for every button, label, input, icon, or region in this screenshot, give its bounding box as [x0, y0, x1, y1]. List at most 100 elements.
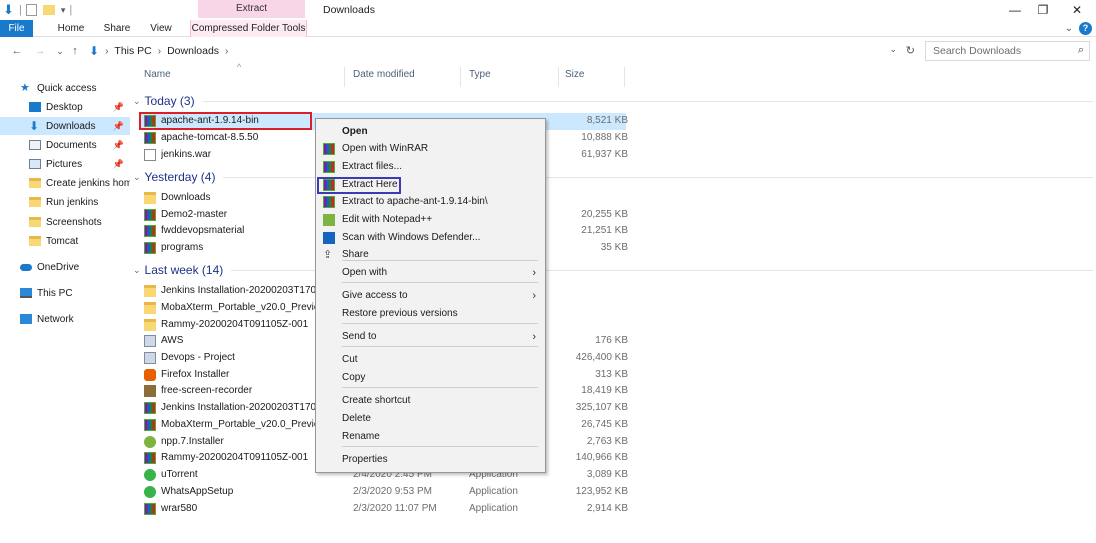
- nav-network[interactable]: Network: [0, 310, 130, 328]
- pictures-icon: [29, 159, 41, 169]
- tab-share[interactable]: Share: [99, 20, 135, 37]
- nav-onedrive[interactable]: OneDrive: [0, 258, 130, 276]
- file-name: Demo2-master: [161, 209, 228, 220]
- group-label: Yesterday (4): [144, 170, 216, 184]
- qat-dropdown-icon[interactable]: ▾: [61, 5, 66, 16]
- column-divider[interactable]: [558, 67, 559, 87]
- rar-file-icon: [144, 209, 156, 221]
- menu-item-open-with[interactable]: Open with ›: [316, 264, 545, 282]
- close-button[interactable]: ✕: [1060, 0, 1094, 20]
- menu-item-extract-to-apache-ant-1-9-14-bin[interactable]: Extract to apache-ant-1.9.14-bin\: [316, 193, 545, 211]
- quick-access-toolbar: ⬇ | ▾ |: [3, 2, 72, 18]
- exe-file-icon: [144, 352, 156, 364]
- menu-item-delete[interactable]: Delete: [316, 410, 545, 428]
- file-size: 140,966 KB: [575, 452, 628, 463]
- file-name: WhatsAppSetup: [161, 486, 234, 497]
- nav-label: Documents: [46, 139, 97, 151]
- menu-item-copy[interactable]: Copy: [316, 369, 545, 387]
- menu-item-send-to[interactable]: Send to ›: [316, 328, 545, 346]
- tab-file[interactable]: File: [0, 20, 33, 37]
- properties-icon[interactable]: [25, 4, 37, 16]
- nav-label: Screenshots: [46, 216, 102, 228]
- tab-view[interactable]: View: [143, 20, 179, 37]
- refresh-icon[interactable]: ↻: [906, 44, 915, 57]
- menu-item-properties[interactable]: Properties: [316, 451, 545, 469]
- nav-run-jenkins[interactable]: Run jenkins: [0, 193, 130, 211]
- file-size: 21,251 KB: [581, 225, 628, 236]
- file-name: Rammy-20200204T091105Z-001: [161, 319, 309, 330]
- search-input[interactable]: Search Downloads: [933, 45, 1021, 57]
- ribbon-expand-icon[interactable]: ⌄: [1062, 20, 1076, 37]
- menu-separator: [342, 260, 538, 261]
- menu-item-create-shortcut[interactable]: Create shortcut: [316, 392, 545, 410]
- nav-quick-access[interactable]: ★ Quick access: [0, 79, 130, 97]
- crumb-this-pc[interactable]: This PC: [114, 45, 151, 57]
- menu-item-label: Create shortcut: [342, 395, 411, 406]
- group-label: Last week (14): [144, 263, 224, 277]
- menu-item-give-access-to[interactable]: Give access to ›: [316, 287, 545, 305]
- file-name: npp.7.Installer: [161, 436, 224, 447]
- winrar-icon: [323, 196, 335, 208]
- nav-label: Downloads: [46, 120, 96, 132]
- window-title: Downloads: [323, 4, 375, 16]
- menu-item-scan-with-windows-defender[interactable]: Scan with Windows Defender...: [316, 229, 545, 247]
- nav-desktop[interactable]: Desktop 📌: [0, 98, 130, 116]
- column-header-date[interactable]: Date modified: [353, 69, 415, 80]
- menu-item-open[interactable]: Open: [316, 123, 545, 141]
- menu-item-edit-with-notepad[interactable]: Edit with Notepad++: [316, 211, 545, 229]
- back-icon[interactable]: ←: [10, 42, 24, 60]
- column-divider[interactable]: [344, 67, 345, 87]
- help-icon[interactable]: ?: [1079, 22, 1092, 35]
- recent-locations-icon[interactable]: ⌄: [53, 42, 67, 60]
- exe-file-icon: [144, 335, 156, 347]
- group-today[interactable]: ⌄ Today (3): [133, 93, 1093, 109]
- network-icon: [20, 314, 32, 324]
- tab-compressed-folder-tools[interactable]: Compressed Folder Tools: [190, 20, 307, 37]
- nav-create-jenkins-home[interactable]: Create jenkins hom: [0, 174, 130, 192]
- tab-home[interactable]: Home: [49, 20, 93, 37]
- group-last-week[interactable]: ⌄ Last week (14): [133, 262, 1093, 278]
- war-file-icon: [144, 149, 156, 161]
- column-divider[interactable]: [624, 67, 625, 87]
- folder-file-icon: [144, 285, 156, 297]
- forward-icon[interactable]: →: [33, 42, 47, 60]
- context-tab-extract[interactable]: Extract: [198, 0, 305, 18]
- group-yesterday[interactable]: ⌄ Yesterday (4): [133, 169, 1093, 185]
- menu-separator: [342, 446, 538, 447]
- rar-file-icon: [144, 225, 156, 237]
- menu-item-cut[interactable]: Cut: [316, 351, 545, 369]
- nav-this-pc[interactable]: This PC: [0, 284, 130, 302]
- pin-icon: 📌: [112, 120, 124, 131]
- address-bar[interactable]: ⬇ › This PC › Downloads › ⌄ ↻: [86, 41, 920, 61]
- up-icon[interactable]: ↑: [68, 42, 82, 60]
- column-header-size[interactable]: Size: [565, 69, 584, 80]
- column-header-name[interactable]: Name: [144, 69, 171, 80]
- search-box[interactable]: Search Downloads ⌕: [925, 41, 1090, 61]
- nav-tomcat[interactable]: Tomcat: [0, 232, 130, 250]
- column-divider[interactable]: [460, 67, 461, 87]
- menu-item-extract-files[interactable]: Extract files...: [316, 158, 545, 176]
- new-folder-icon[interactable]: [42, 5, 55, 15]
- address-dropdown-icon[interactable]: ⌄: [889, 44, 897, 55]
- rar-file-icon: [144, 419, 156, 431]
- download-arrow-icon[interactable]: ⬇: [3, 3, 15, 17]
- nav-screenshots[interactable]: Screenshots: [0, 213, 130, 231]
- restore-button[interactable]: ❐: [1026, 0, 1060, 20]
- folder-icon: [29, 178, 41, 188]
- nav-downloads[interactable]: ⬇ Downloads 📌: [0, 117, 130, 135]
- nav-label: Pictures: [46, 158, 83, 170]
- nav-documents[interactable]: Documents 📌: [0, 136, 130, 154]
- file-row[interactable]: wrar580 2/3/2020 11:07 PM Application 2,914…: [141, 501, 628, 518]
- nav-pictures[interactable]: Pictures 📌: [0, 155, 130, 173]
- menu-item-share[interactable]: ⇪ Share: [316, 246, 545, 264]
- menu-item-restore-previous-versions[interactable]: Restore previous versions: [316, 305, 545, 323]
- column-header-type[interactable]: Type: [469, 69, 491, 80]
- file-name: Rammy-20200204T091105Z-001: [161, 452, 309, 463]
- menu-item-open-with-winrar[interactable]: Open with WinRAR: [316, 140, 545, 158]
- crumb-downloads[interactable]: Downloads: [167, 45, 219, 57]
- file-name: wrar580: [161, 503, 198, 514]
- nav-label: Quick access: [37, 82, 97, 94]
- menu-item-rename[interactable]: Rename: [316, 428, 545, 446]
- file-row[interactable]: WhatsAppSetup 2/3/2020 9:53 PM Application…: [141, 484, 628, 501]
- folder-icon: [29, 236, 41, 246]
